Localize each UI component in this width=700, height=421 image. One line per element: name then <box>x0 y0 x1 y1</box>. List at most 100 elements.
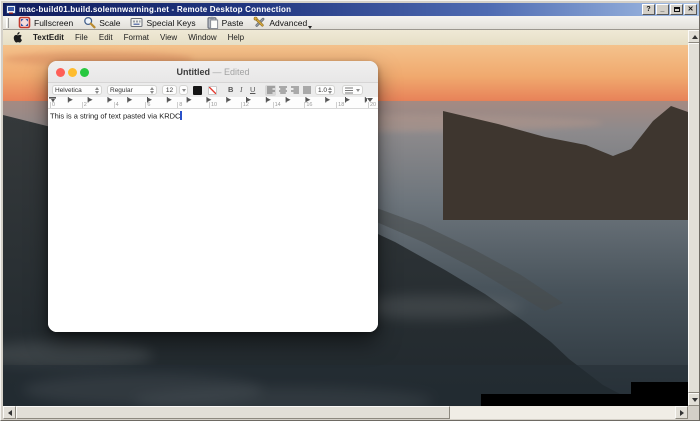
menubar-item[interactable]: File <box>75 33 88 42</box>
ruler-number: 12 <box>240 102 273 108</box>
advanced-button[interactable]: Advanced <box>250 16 313 29</box>
help-button[interactable]: ? <box>642 4 655 15</box>
maximize-button[interactable] <box>670 4 683 15</box>
vertical-scrollbar[interactable] <box>688 30 699 406</box>
font-family-value: Helvetica <box>55 86 82 94</box>
font-style-value: Regular <box>110 86 133 94</box>
scroll-left-button[interactable] <box>3 406 16 419</box>
toolbar-grip[interactable] <box>6 17 9 28</box>
ruler-number: 20 <box>367 102 378 108</box>
updown-chevrons-icon <box>95 86 99 94</box>
align-justify-button[interactable] <box>301 85 312 96</box>
text-caret <box>180 111 182 120</box>
ruler[interactable]: 0 2 4 6 8 10 12 14 16 18 20 <box>48 97 378 109</box>
mac-menubar: TextEdit File Edit Format View Window Help <box>3 30 688 45</box>
highlight-color-swatch[interactable] <box>208 85 217 95</box>
line-spacing-select[interactable]: 1.0 <box>315 85 335 95</box>
scale-icon <box>84 16 96 29</box>
updown-chevrons-icon <box>150 86 154 94</box>
menubar-app-name[interactable]: TextEdit <box>33 33 64 42</box>
ruler-number: 14 <box>272 102 305 108</box>
ruler-number: 18 <box>336 102 368 108</box>
alignment-group <box>265 84 312 96</box>
textedit-titlebar[interactable]: Untitled — Edited <box>48 61 378 83</box>
special-keys-icon <box>130 18 143 27</box>
paste-button[interactable]: Paste <box>203 16 247 29</box>
scrollbar-corner <box>688 406 699 419</box>
advanced-icon <box>254 16 265 27</box>
font-size-dropdown[interactable] <box>179 85 188 95</box>
scroll-up-button[interactable] <box>688 30 699 43</box>
menubar-item[interactable]: Format <box>124 33 149 42</box>
window-title: mac-build01.build.solemnwarning.net - Re… <box>19 5 292 14</box>
ruler-scale: 0 2 4 6 8 10 12 14 16 18 20 <box>50 102 378 108</box>
align-left-button[interactable] <box>265 84 276 96</box>
advanced-dropdown-arrow-icon <box>308 26 313 29</box>
special-keys-button[interactable]: Special Keys <box>127 16 198 29</box>
font-family-select[interactable]: Helvetica <box>52 85 102 95</box>
advanced-label: Advanced <box>269 17 308 28</box>
krdc-app-icon <box>6 4 16 14</box>
maximize-icon <box>673 7 680 12</box>
minimize-button[interactable]: _ <box>656 4 669 15</box>
align-justify-icon <box>302 86 311 94</box>
document-edited-state: — Edited <box>212 67 250 77</box>
italic-button[interactable]: I <box>240 85 243 95</box>
paste-label: Paste <box>221 17 244 28</box>
scroll-right-button[interactable] <box>675 406 688 419</box>
screen-black-region <box>631 382 688 406</box>
ruler-number: 8 <box>177 102 209 108</box>
align-center-icon <box>278 86 287 94</box>
list-icon <box>345 87 353 93</box>
ruler-number: 16 <box>304 102 336 108</box>
ruler-number: 2 <box>81 102 114 108</box>
apple-menu-icon[interactable] <box>13 32 22 43</box>
ruler-number: 10 <box>208 102 241 108</box>
arrow-up-icon <box>691 34 698 39</box>
window-titlebar[interactable]: mac-build01.build.solemnwarning.net - Re… <box>3 3 699 16</box>
fullscreen-button[interactable]: Fullscreen <box>15 16 76 29</box>
text-color-swatch[interactable] <box>193 85 202 95</box>
fullscreen-label: Fullscreen <box>34 17 74 28</box>
textedit-format-bar: Helvetica Regular 12 B I U 1.0 <box>48 83 378 97</box>
updown-chevrons-icon <box>328 86 332 94</box>
close-button[interactable]: ✕ <box>684 4 697 15</box>
bold-button[interactable]: B <box>228 85 233 95</box>
arrow-right-icon <box>679 409 684 416</box>
font-size-field[interactable]: 12 <box>162 85 177 95</box>
menubar-item[interactable]: View <box>160 33 177 42</box>
ruler-number: 6 <box>145 102 177 108</box>
menubar-items: File Edit Format View Window Help <box>75 33 244 42</box>
menubar-item[interactable]: Help <box>228 33 244 42</box>
textedit-window[interactable]: Untitled — Edited Helvetica Regular 12 B… <box>48 61 378 332</box>
paste-icon <box>207 16 218 29</box>
fullscreen-icon <box>18 16 31 29</box>
align-left-icon <box>266 86 275 94</box>
align-right-icon <box>290 86 299 94</box>
list-style-select[interactable] <box>342 85 363 95</box>
horizontal-scroll-thumb[interactable] <box>16 406 450 419</box>
underline-button[interactable]: U <box>250 85 255 95</box>
window-controls: ? _ ✕ <box>642 4 697 15</box>
ruler-number: 0 <box>50 102 82 108</box>
document-title: Untitled — Edited <box>48 61 378 83</box>
scale-button[interactable]: Scale <box>80 16 123 29</box>
special-keys-label: Special Keys <box>146 17 196 28</box>
align-center-button[interactable] <box>277 85 288 96</box>
scale-label: Scale <box>99 17 121 28</box>
krdc-toolbar: Fullscreen Scale Special Keys Paste Adva… <box>3 16 699 30</box>
document-text: This is a string of text pasted via KRDC <box>50 111 181 121</box>
document-title-name: Untitled <box>176 67 210 77</box>
scroll-down-button[interactable] <box>688 393 699 406</box>
chevron-down-icon <box>181 88 186 92</box>
menubar-item[interactable]: Edit <box>99 33 113 42</box>
align-right-button[interactable] <box>289 85 300 96</box>
arrow-down-icon <box>691 397 698 402</box>
font-style-select[interactable]: Regular <box>107 85 157 95</box>
remote-desktop-viewport[interactable]: TextEdit File Edit Format View Window Help <box>3 30 688 406</box>
chevron-down-icon <box>356 88 360 92</box>
menubar-item[interactable]: Window <box>188 33 216 42</box>
document-text-area[interactable]: This is a string of text pasted via KRDC <box>48 109 378 332</box>
horizontal-scrollbar[interactable] <box>3 406 688 419</box>
vertical-scroll-thumb[interactable] <box>688 43 699 393</box>
